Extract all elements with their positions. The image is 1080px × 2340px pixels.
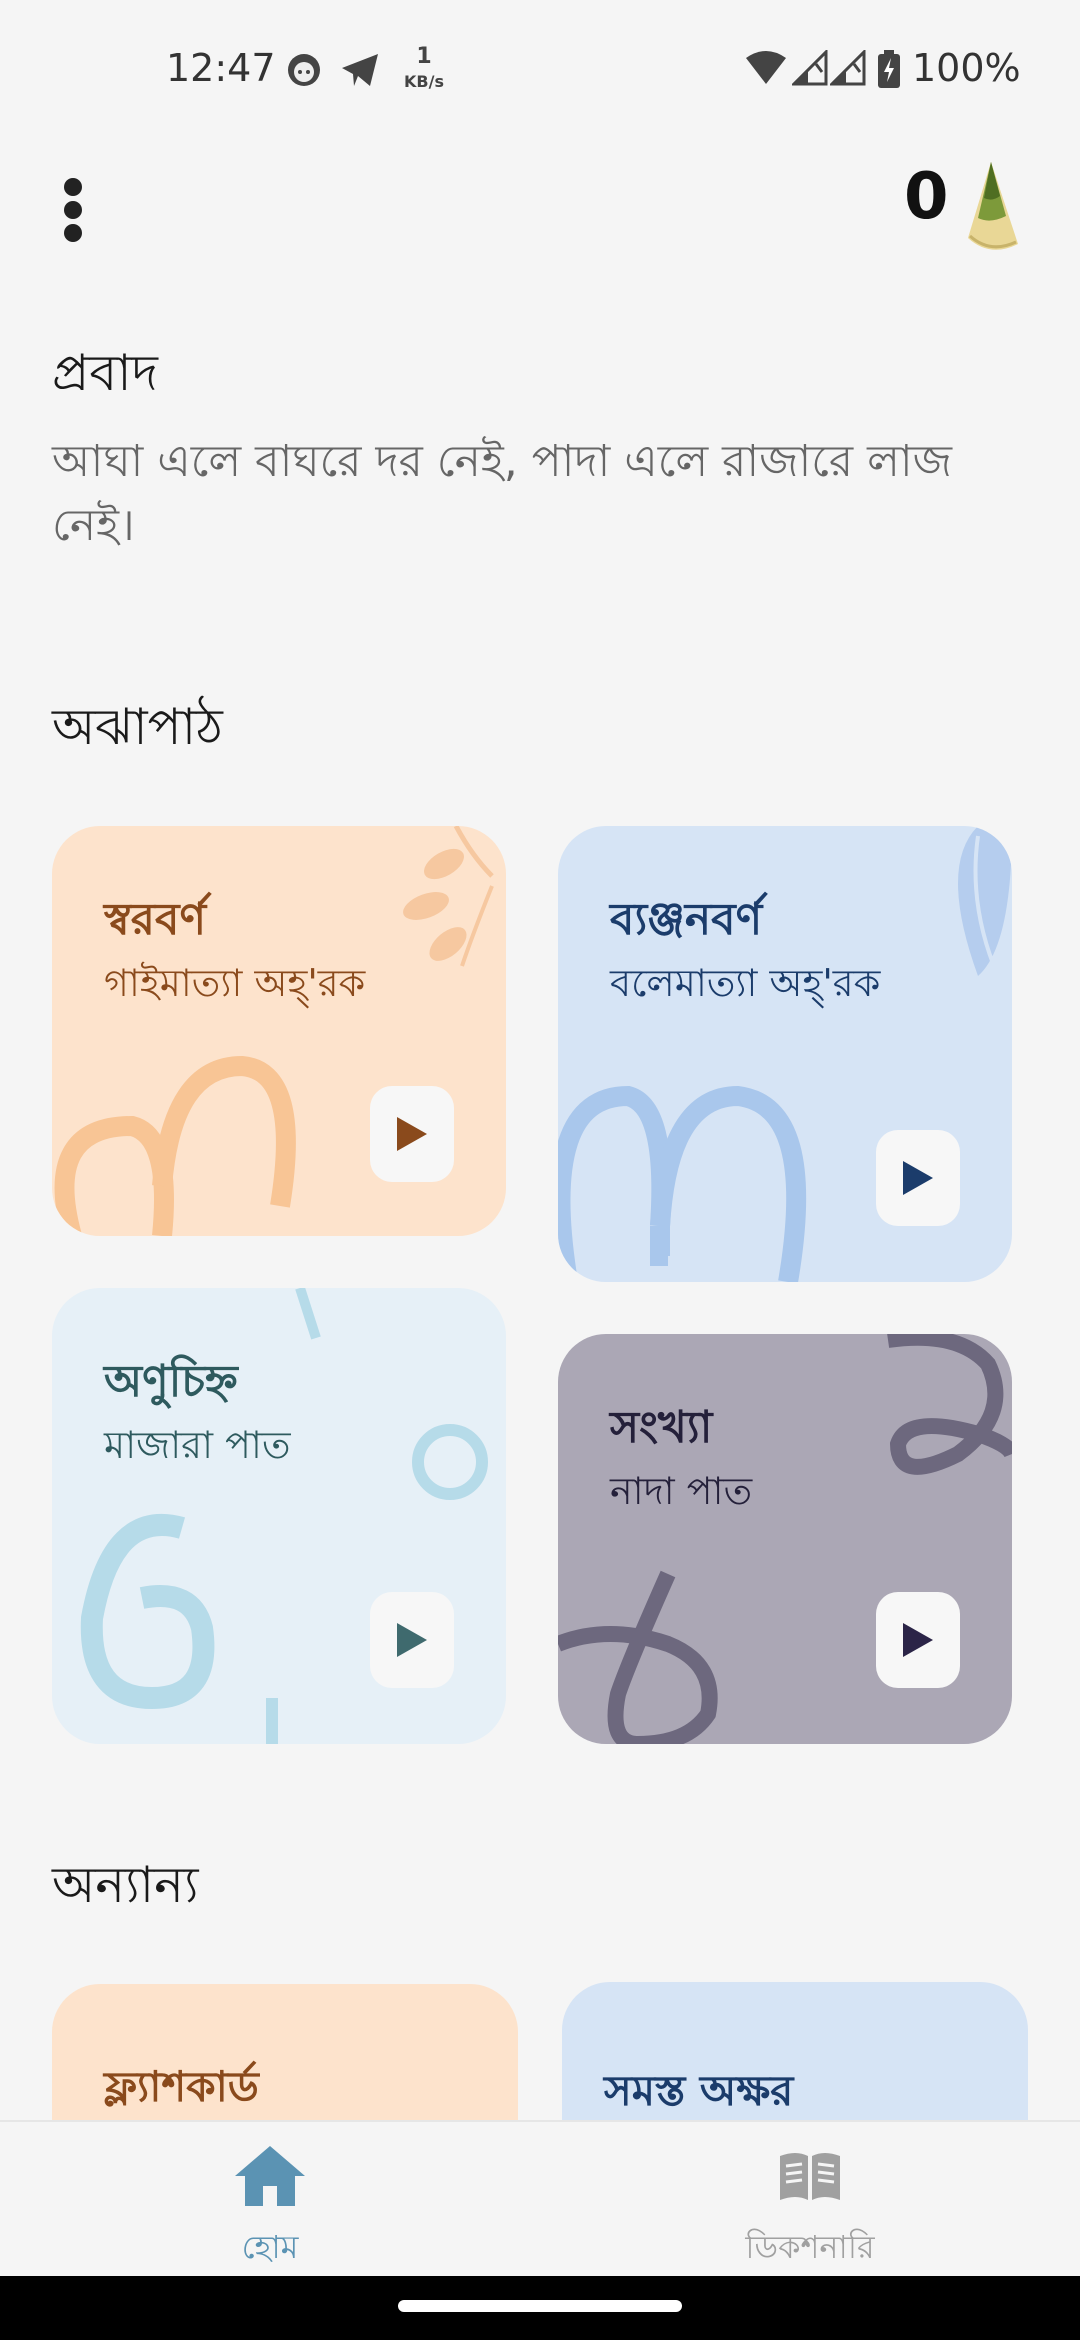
card-title: ব্যঞ্জনবর্ণ	[610, 894, 763, 945]
status-bar: 12:47 1 KB/s 100%	[0, 0, 1080, 130]
home-gesture-handle[interactable]	[398, 2300, 682, 2312]
proverb-title: প্রবাদ	[52, 344, 158, 402]
bottom-navigation: হোম ডিকশনারি	[0, 2120, 1080, 2278]
net-speed-unit: KB/s	[404, 72, 444, 91]
others-title: অন্যান্য	[52, 1856, 199, 1914]
diacritics-card[interactable]: অণুচিহ্ন মাজারা পাত	[52, 1288, 506, 1744]
net-speed-value: 1	[416, 44, 432, 69]
signal-icon	[792, 50, 828, 86]
card-subtitle: নাদা পাত	[610, 1469, 753, 1513]
play-button[interactable]	[370, 1592, 454, 1688]
card-title: সমস্ত অক্ষর	[604, 2066, 794, 2115]
proverb-text: আঘা এলে বাঘরে দর নেই, পাদা এলে রাজারে লা…	[52, 436, 953, 551]
play-icon	[903, 1161, 933, 1195]
home-icon	[235, 2146, 305, 2206]
nav-dictionary[interactable]: ডিকশনারি	[540, 2122, 1080, 2278]
card-subtitle: মাজারা পাত	[104, 1423, 291, 1467]
card-subtitle: বলেমাত্যা অহ্'রক	[610, 961, 881, 1005]
vowels-card[interactable]: স্বরবর্ণ গাইমাত্যা অহ্'রক	[52, 826, 506, 1236]
play-button[interactable]	[370, 1086, 454, 1182]
nav-home[interactable]: হোম	[0, 2122, 540, 2278]
card-title: অণুচিহ্ন	[104, 1356, 238, 1407]
nav-home-label: হোম	[241, 2228, 299, 2266]
battery-percent: 100%	[912, 46, 1021, 90]
signal-icon	[830, 50, 866, 86]
score: 0	[904, 160, 949, 234]
play-icon	[903, 1623, 933, 1657]
card-subtitle: গাইমাত্যা অহ্'রক	[104, 961, 366, 1005]
lessons-title: অঝাপাঠ	[52, 698, 223, 756]
bamboo-shoot-icon[interactable]	[960, 158, 1022, 258]
face-icon	[288, 54, 320, 86]
book-icon	[780, 2153, 840, 2200]
card-title: স্বরবর্ণ	[104, 894, 207, 945]
more-vert-icon[interactable]	[50, 170, 100, 250]
telegram-icon	[342, 54, 378, 86]
battery-charging-icon	[878, 50, 900, 88]
consonants-card[interactable]: ব্যঞ্জনবর্ণ বলেমাত্যা অহ্'রক	[558, 826, 1012, 1282]
status-time: 12:47	[166, 46, 276, 90]
card-title: ফ্ল্যাশকার্ড	[104, 2062, 259, 2111]
play-icon	[397, 1117, 427, 1151]
numbers-card[interactable]: সংখ্যা নাদা পাত	[558, 1334, 1012, 1744]
play-button[interactable]	[876, 1592, 960, 1688]
wifi-icon	[746, 51, 786, 84]
card-title: সংখ্যা	[610, 1402, 713, 1453]
play-button[interactable]	[876, 1130, 960, 1226]
nav-dictionary-label: ডিকশনারি	[745, 2228, 875, 2266]
play-icon	[397, 1623, 427, 1657]
